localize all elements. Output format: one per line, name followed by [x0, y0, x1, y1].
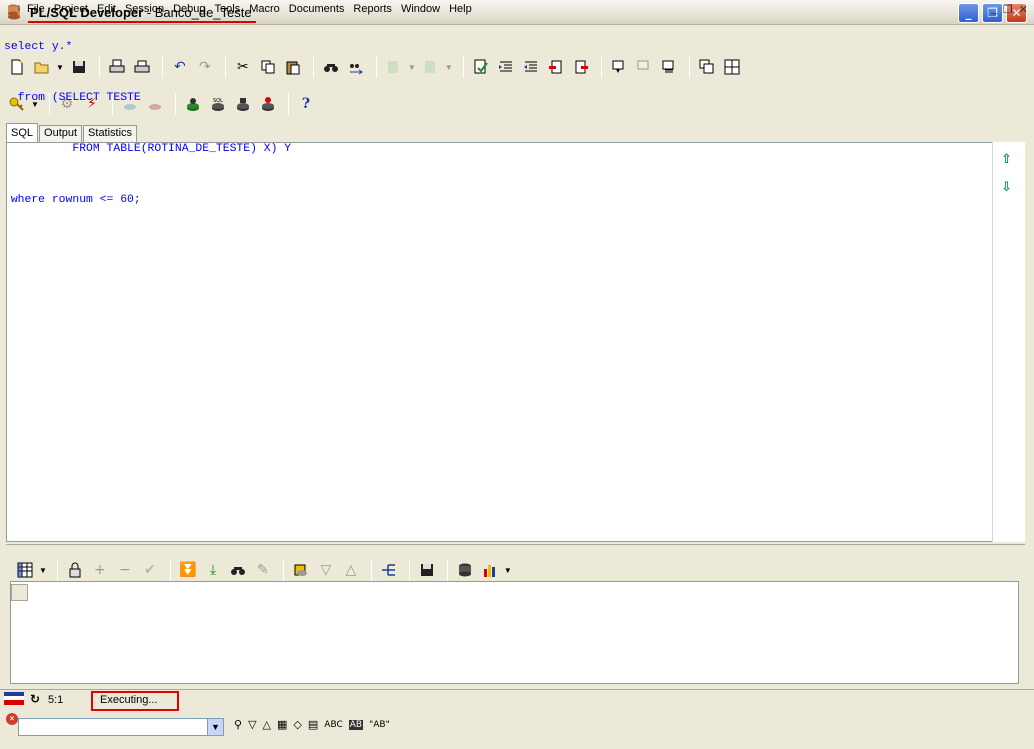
editor-side-panel	[992, 142, 1025, 542]
execute-icon[interactable]	[608, 56, 630, 78]
mdi-controls: _ ❐ ✕	[991, 3, 1028, 16]
indent-icon[interactable]	[383, 56, 405, 78]
mdi-minimize-button[interactable]: _	[991, 3, 997, 16]
menu-help[interactable]: Help	[449, 3, 472, 15]
regex-toggle[interactable]: "AB"	[369, 720, 390, 730]
export-save-icon[interactable]	[416, 559, 438, 581]
find-previous-up-icon[interactable]: △	[263, 718, 271, 731]
toolbar-separator	[56, 559, 58, 581]
clear-highlight-icon[interactable]: ◇	[293, 718, 301, 731]
menu-reports[interactable]: Reports	[353, 3, 392, 15]
grid-row-header[interactable]	[11, 584, 28, 601]
clear-icon[interactable]: ✎	[252, 559, 274, 581]
indent-dropdown-icon[interactable]: ▼	[408, 63, 416, 72]
result-grid[interactable]	[10, 581, 1019, 684]
windows-tile-icon[interactable]	[721, 56, 743, 78]
outdent-icon[interactable]	[420, 56, 442, 78]
editor-line: from (SELECT TESTE	[4, 92, 141, 104]
close-find-icon[interactable]: ×	[6, 713, 18, 725]
whole-word-icon[interactable]: AB	[348, 719, 364, 730]
query-by-example-icon[interactable]	[290, 559, 312, 581]
find-tools: ⚲ ▽ △ ▦ ◇ ▤ ABC AB "AB"	[234, 718, 390, 731]
toolbar-separator	[688, 56, 690, 78]
grid-dropdown-icon[interactable]: ▼	[39, 566, 47, 575]
sql-editor-text[interactable]: select y.* from (SELECT TESTE FROM TABLE…	[4, 5, 291, 226]
export-database-icon[interactable]	[454, 559, 476, 581]
toolbar-separator	[169, 559, 171, 581]
minimize-button[interactable]: _	[958, 3, 979, 23]
fetch-icon[interactable]	[658, 56, 680, 78]
find-next-icon[interactable]	[345, 56, 367, 78]
editor-line: FROM TABLE(ROTINA_DE_TESTE) X) Y	[4, 143, 292, 155]
match-case-toggle[interactable]: ABC	[324, 720, 342, 730]
filter-up-icon[interactable]: △	[340, 559, 362, 581]
chart-dropdown-icon[interactable]: ▼	[504, 566, 512, 575]
query-find-icon[interactable]	[227, 559, 249, 581]
toolbar-separator	[600, 56, 602, 78]
arrow-up-icon[interactable]: ⇧	[1001, 152, 1017, 168]
windows-cascade-icon[interactable]	[696, 56, 718, 78]
indent-block-icon[interactable]	[495, 56, 517, 78]
outdent-dropdown-icon[interactable]: ▼	[445, 63, 453, 72]
break-icon[interactable]	[633, 56, 655, 78]
lock-icon[interactable]	[64, 559, 86, 581]
selection-only-icon[interactable]: ▤	[308, 718, 318, 731]
mdi-close-button[interactable]: ✕	[1019, 3, 1028, 16]
find-dropdown-button[interactable]: ▼	[207, 718, 224, 736]
uncomment-icon[interactable]	[570, 56, 592, 78]
toolbar-separator	[462, 56, 464, 78]
toolbar-separator	[446, 559, 448, 581]
comment-icon[interactable]	[545, 56, 567, 78]
toolbar-separator	[370, 559, 372, 581]
find-next-down-icon[interactable]: ▽	[248, 718, 256, 731]
delete-record-icon[interactable]: −	[114, 559, 136, 581]
toolbar-separator	[312, 56, 314, 78]
check-icon[interactable]	[470, 56, 492, 78]
grid-icon[interactable]	[14, 559, 36, 581]
toolbar-separator	[375, 56, 377, 78]
unindent-block-icon[interactable]	[520, 56, 542, 78]
find-input[interactable]	[18, 718, 208, 736]
menu-documents[interactable]: Documents	[289, 3, 345, 15]
help-icon[interactable]: ?	[295, 93, 317, 115]
refresh-icon[interactable]: ↻	[30, 692, 40, 706]
post-record-icon[interactable]: ✔	[139, 559, 161, 581]
menu-window[interactable]: Window	[401, 3, 440, 15]
single-record-view-icon[interactable]	[378, 559, 400, 581]
editor-line: where rownum <= 60;	[4, 194, 141, 206]
last-page-icon[interactable]: ⤓	[202, 559, 224, 581]
toolbar-separator	[282, 559, 284, 581]
filter-down-icon[interactable]: ▽	[315, 559, 337, 581]
next-page-icon[interactable]: ⏬	[177, 559, 199, 581]
cursor-position: 5:1	[48, 694, 64, 706]
find-icon[interactable]	[320, 56, 342, 78]
editor-line: select y.*	[4, 41, 73, 53]
chart-icon[interactable]	[479, 559, 501, 581]
status-message: Executing...	[100, 694, 158, 706]
arrow-down-icon[interactable]: ⇩	[1001, 180, 1017, 196]
mdi-restore-button[interactable]: ❐	[1003, 3, 1013, 16]
find-binoculars-icon[interactable]: ⚲	[234, 718, 242, 731]
flag-icon	[4, 692, 24, 705]
add-record-icon[interactable]: +	[89, 559, 111, 581]
toolbar-separator	[408, 559, 410, 581]
highlight-all-icon[interactable]: ▦	[277, 718, 287, 731]
splitter[interactable]	[6, 544, 1025, 548]
